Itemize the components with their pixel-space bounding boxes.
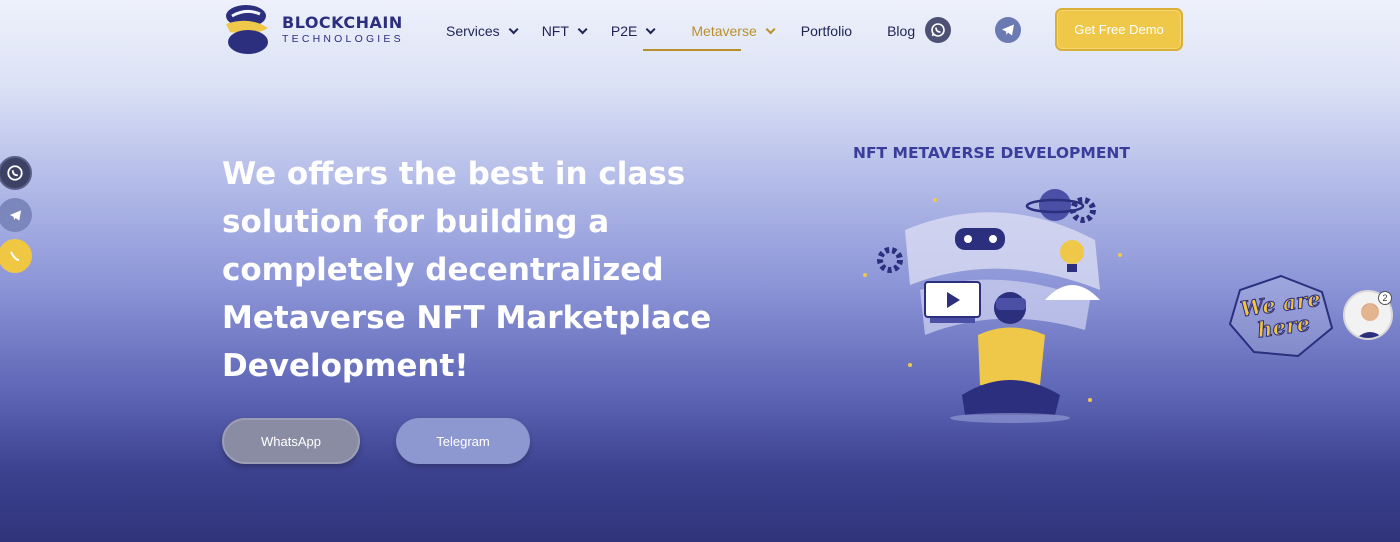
whatsapp-icon[interactable]: [925, 17, 951, 43]
whatsapp-button[interactable]: WhatsApp: [222, 418, 360, 464]
chevron-down-icon: [508, 23, 519, 34]
nav-item-metaverse[interactable]: Metaverse: [691, 20, 776, 42]
logo-subtitle: TECHNOLOGIES: [282, 33, 404, 46]
metaverse-illustration: [850, 170, 1150, 460]
side-telegram-icon[interactable]: [0, 198, 32, 232]
chevron-down-icon: [765, 23, 776, 34]
side-phone-icon[interactable]: [0, 239, 32, 273]
nav-label: Blog: [887, 23, 916, 39]
telegram-button[interactable]: Telegram: [396, 418, 530, 464]
nav-label: P2E: [610, 23, 638, 39]
nav-item-nft[interactable]: NFT: [541, 20, 588, 42]
logo-title: BLOCKCHAIN: [282, 13, 403, 33]
nav-label: Services: [446, 23, 500, 39]
get-free-demo-button[interactable]: Get Free Demo: [1055, 8, 1183, 51]
we-are-here-badge[interactable]: We are here: [1226, 272, 1336, 360]
chevron-down-icon: [646, 23, 656, 34]
nav-label: Metaverse: [691, 23, 757, 39]
nav-item-blog[interactable]: Blog: [887, 20, 915, 42]
nav-label: NFT: [541, 23, 569, 39]
hero-title: We offers the best in class solution for…: [222, 156, 712, 384]
side-whatsapp-icon[interactable]: [0, 156, 32, 190]
nav-label: Portfolio: [800, 23, 853, 39]
chevron-down-icon: [577, 23, 588, 34]
brand-logo[interactable]: BLOCKCHAIN TECHNOLOGIES: [220, 2, 404, 58]
active-nav-underline: [643, 49, 741, 51]
nav-item-services[interactable]: Services: [446, 20, 519, 42]
illustration-title: NFT METAVERSE DEVELOPMENT: [853, 144, 1130, 162]
chat-notification-badge: 2: [1378, 291, 1392, 305]
telegram-icon[interactable]: [995, 17, 1021, 43]
main-nav: Services NFT P2E Metaverse Portfolio Blo…: [446, 20, 942, 42]
logo-mark-icon: [220, 2, 274, 58]
nav-item-portfolio[interactable]: Portfolio: [801, 20, 852, 42]
nav-item-p2e[interactable]: P2E: [610, 20, 656, 42]
